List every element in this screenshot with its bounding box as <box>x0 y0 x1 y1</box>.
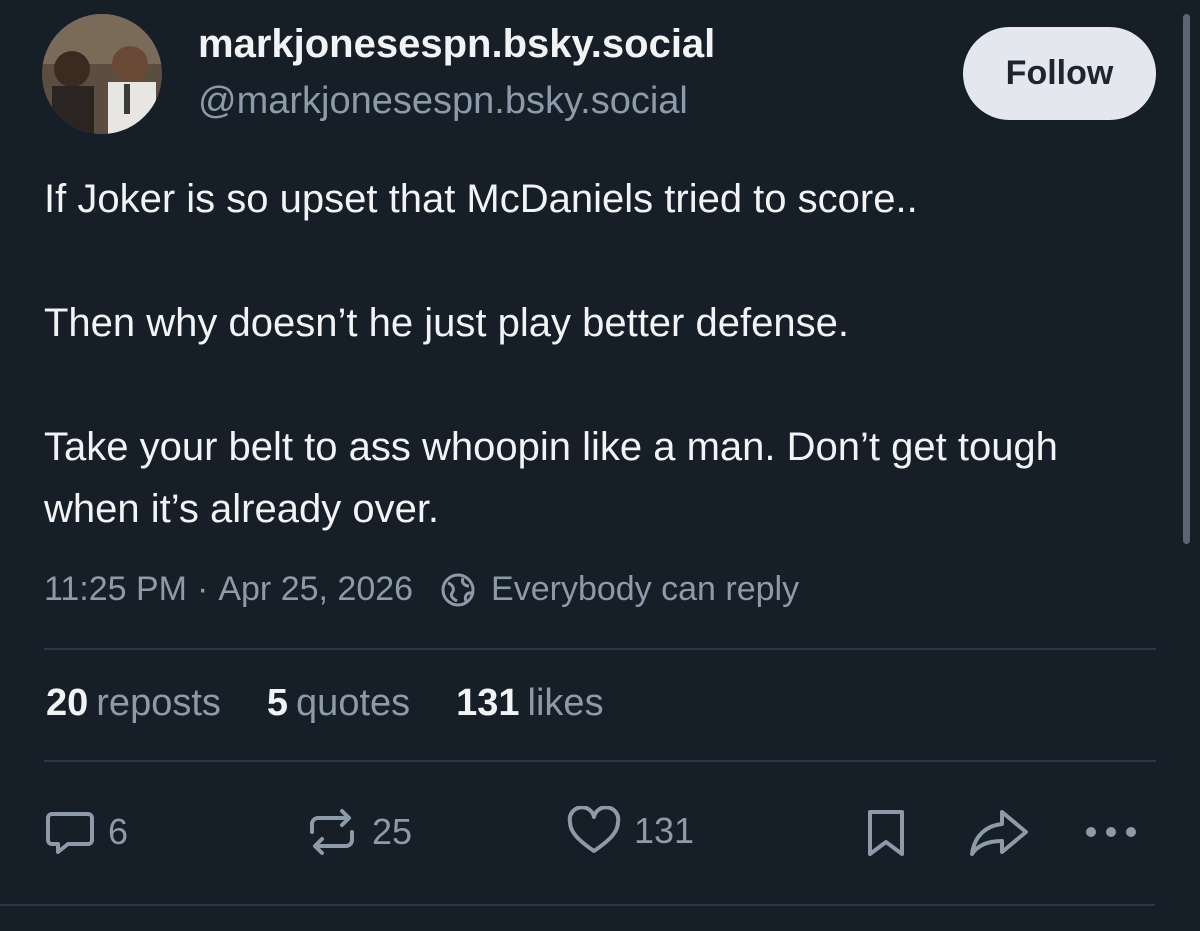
post-paragraph: If Joker is so upset that McDaniels trie… <box>44 177 918 221</box>
more-options-button[interactable] <box>1082 806 1140 858</box>
share-arrow-icon <box>970 810 1028 856</box>
reposts-stat[interactable]: 20 reposts <box>46 682 221 725</box>
heart-icon <box>567 806 621 853</box>
reposts-count: 20 <box>46 682 89 724</box>
quotes-label: quotes <box>296 682 411 724</box>
follow-button[interactable]: Follow <box>963 27 1156 120</box>
bookmark-icon <box>868 810 904 856</box>
reply-button[interactable]: 6 <box>44 806 128 858</box>
repost-arrows-icon <box>310 809 354 855</box>
repost-button[interactable]: 25 <box>304 806 412 858</box>
post-meta: 11:25 PM · Apr 25, 2026 Everybody can re… <box>44 570 799 609</box>
likes-stat[interactable]: 131 likes <box>456 682 603 725</box>
avatar[interactable] <box>42 14 162 134</box>
post-body: If Joker is so upset that McDaniels trie… <box>44 168 1154 540</box>
divider <box>0 904 1155 906</box>
ellipsis-icon <box>1086 827 1136 837</box>
post-thread-view: markjonesespn.bsky.social @markjonesespn… <box>0 0 1200 931</box>
divider <box>44 648 1156 650</box>
bookmark-button[interactable] <box>862 806 910 858</box>
post-paragraph: Then why doesn’t he just play better def… <box>44 301 849 345</box>
like-count: 131 <box>634 810 695 851</box>
scrollbar[interactable] <box>1183 14 1190 544</box>
speech-bubble-icon <box>46 812 94 854</box>
avatar-photo <box>42 14 162 134</box>
divider <box>44 760 1156 762</box>
reposts-label: reposts <box>96 682 221 724</box>
likes-count: 131 <box>456 682 520 724</box>
author-handle[interactable]: @markjonesespn.bsky.social <box>198 80 688 123</box>
quotes-count: 5 <box>266 682 289 724</box>
likes-label: likes <box>527 682 604 724</box>
share-button[interactable] <box>968 806 1030 858</box>
quotes-stat[interactable]: 5 quotes <box>267 682 410 725</box>
reply-count: 6 <box>108 811 129 852</box>
engagement-stats: 20 reposts 5 quotes 131 likes <box>46 682 650 725</box>
post-time: 11:25 PM <box>44 570 188 608</box>
globe-icon <box>439 571 477 609</box>
post-date: Apr 25, 2026 <box>218 570 414 608</box>
author-display-name[interactable]: markjonesespn.bsky.social <box>198 22 715 67</box>
reply-setting[interactable]: Everybody can reply <box>491 570 799 609</box>
post-paragraph: Take your belt to ass whoopin like a man… <box>44 425 1058 531</box>
meta-separator: · <box>197 570 209 608</box>
repost-count: 25 <box>372 811 413 852</box>
like-button[interactable]: 131 <box>566 806 694 856</box>
